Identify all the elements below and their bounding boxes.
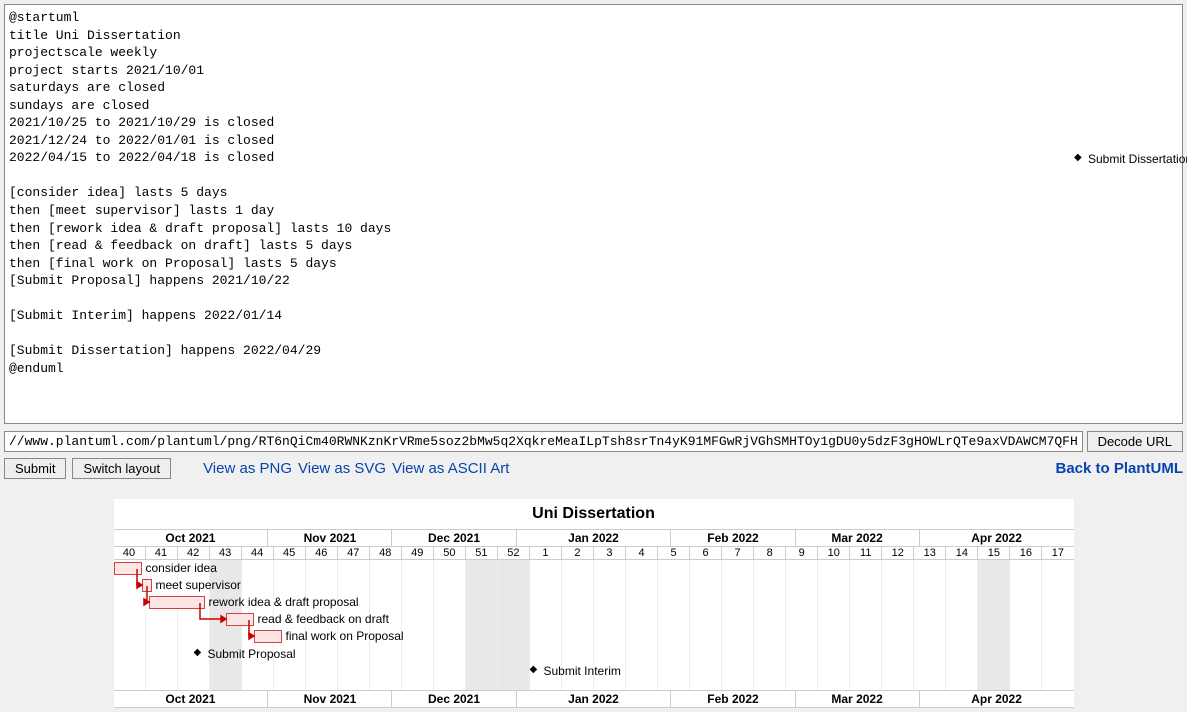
gantt-bar-label: final work on Proposal bbox=[286, 629, 404, 643]
week-header: 48 bbox=[369, 547, 401, 559]
gantt-bar-label: read & feedback on draft bbox=[258, 612, 389, 626]
gantt-chart: Uni Dissertation Oct 2021Nov 2021Dec 202… bbox=[114, 499, 1074, 708]
encoded-url-input[interactable] bbox=[4, 431, 1083, 452]
week-header: 41 bbox=[145, 547, 177, 559]
month-header: Feb 2022 bbox=[670, 530, 794, 546]
week-header: 7 bbox=[721, 547, 753, 559]
week-header: 44 bbox=[241, 547, 273, 559]
back-to-plantuml-link[interactable]: Back to PlantUML bbox=[1055, 460, 1183, 477]
week-header: 46 bbox=[305, 547, 337, 559]
month-header: Nov 2021 bbox=[267, 530, 391, 546]
gantt-bar bbox=[149, 596, 205, 609]
week-header: 3 bbox=[593, 547, 625, 559]
week-header: 42 bbox=[177, 547, 209, 559]
month-header: Jan 2022 bbox=[516, 530, 671, 546]
week-header: 13 bbox=[913, 547, 945, 559]
gantt-bar-label: rework idea & draft proposal bbox=[209, 595, 359, 609]
switch-layout-button[interactable]: Switch layout bbox=[72, 458, 171, 479]
month-header: Oct 2021 bbox=[114, 530, 268, 546]
week-header: 14 bbox=[945, 547, 977, 559]
gantt-bar-label: meet supervisor bbox=[156, 578, 241, 592]
decode-url-button[interactable]: Decode URL bbox=[1087, 431, 1183, 452]
week-header: 16 bbox=[1009, 547, 1041, 559]
month-header: Apr 2022 bbox=[919, 530, 1074, 546]
week-header: 10 bbox=[817, 547, 849, 559]
week-header: 12 bbox=[881, 547, 913, 559]
gantt-bar bbox=[254, 630, 282, 643]
week-header: 4 bbox=[625, 547, 657, 559]
week-header: 45 bbox=[273, 547, 305, 559]
uml-editor[interactable] bbox=[4, 4, 1183, 424]
week-header: 17 bbox=[1041, 547, 1073, 559]
gantt-bar bbox=[142, 579, 152, 592]
chart-title: Uni Dissertation bbox=[114, 499, 1074, 529]
week-header: 51 bbox=[465, 547, 497, 559]
week-header: 9 bbox=[785, 547, 817, 559]
view-png-link[interactable]: View as PNG bbox=[203, 460, 292, 477]
milestone-label: Submit Interim bbox=[544, 664, 621, 678]
month-header: Mar 2022 bbox=[795, 530, 919, 546]
week-header: 43 bbox=[209, 547, 241, 559]
week-header: 40 bbox=[114, 547, 145, 559]
week-header: 2 bbox=[561, 547, 593, 559]
milestone-label: Submit Dissertation bbox=[1088, 152, 1187, 166]
week-header: 49 bbox=[401, 547, 433, 559]
milestone-label: Submit Proposal bbox=[208, 647, 296, 661]
week-header: 50 bbox=[433, 547, 465, 559]
gantt-bar-label: consider idea bbox=[146, 561, 217, 575]
submit-button[interactable]: Submit bbox=[4, 458, 66, 479]
week-header: 8 bbox=[753, 547, 785, 559]
week-header: 52 bbox=[497, 547, 529, 559]
view-ascii-link[interactable]: View as ASCII Art bbox=[392, 460, 509, 477]
gantt-bar bbox=[114, 562, 142, 575]
week-header: 15 bbox=[977, 547, 1009, 559]
week-header: 11 bbox=[849, 547, 881, 559]
month-header: Dec 2021 bbox=[391, 530, 515, 546]
week-header: 1 bbox=[529, 547, 561, 559]
week-header: 47 bbox=[337, 547, 369, 559]
gantt-bar bbox=[226, 613, 254, 626]
week-header: 6 bbox=[689, 547, 721, 559]
view-svg-link[interactable]: View as SVG bbox=[298, 460, 386, 477]
week-header: 5 bbox=[657, 547, 689, 559]
